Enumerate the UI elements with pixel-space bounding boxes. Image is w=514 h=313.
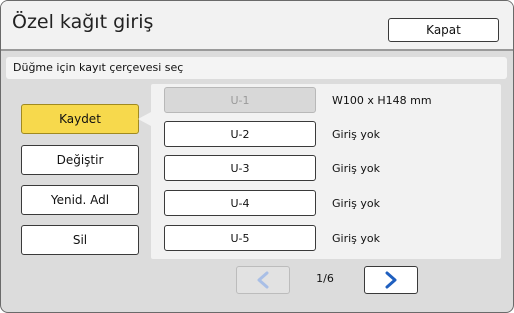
dialog-window: Özel kağıt giriş Kapat Düğme için kayıt … [0, 0, 514, 313]
slot-u2-button[interactable]: U-2 [164, 121, 316, 147]
slot-u5-button[interactable]: U-5 [164, 225, 316, 251]
slot-u4-button[interactable]: U-4 [164, 190, 316, 216]
slot-u2-info: Giriş yok [332, 128, 380, 141]
slot-u3-button[interactable]: U-3 [164, 155, 316, 181]
delete-button[interactable]: Sil [21, 225, 139, 255]
slot-u3-info: Giriş yok [332, 162, 380, 175]
prev-page-button[interactable] [236, 266, 290, 294]
title-bar: Özel kağıt giriş Kapat [1, 1, 513, 51]
selection-pointer [138, 112, 151, 126]
page-indicator: 1/6 [316, 272, 334, 285]
rename-button[interactable]: Yenid. Adl [21, 185, 139, 215]
slot-u1-button[interactable]: U-1 [164, 87, 316, 113]
save-button[interactable]: Kaydet [21, 104, 139, 134]
slot-u4-info: Giriş yok [332, 197, 380, 210]
close-button[interactable]: Kapat [388, 18, 499, 42]
slot-u1-info: W100 x H148 mm [332, 94, 432, 107]
change-button[interactable]: Değiştir [21, 145, 139, 175]
instruction-bar: Düğme için kayıt çerçevesi seç [6, 57, 507, 79]
slot-u5-info: Giriş yok [332, 232, 380, 245]
dialog-title: Özel kağıt giriş [12, 11, 154, 33]
instruction-text: Düğme için kayıt çerçevesi seç [13, 61, 184, 74]
chevron-left-icon [257, 271, 269, 289]
next-page-button[interactable] [364, 266, 418, 294]
chevron-right-icon [385, 271, 397, 289]
